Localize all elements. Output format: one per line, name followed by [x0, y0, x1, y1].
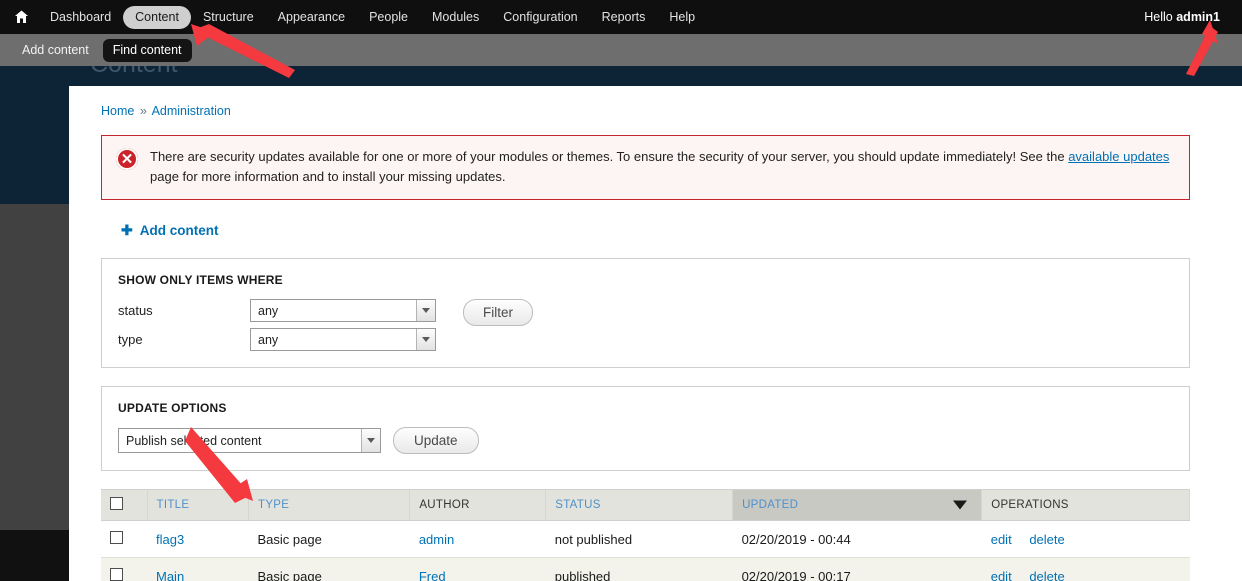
- available-updates-link[interactable]: available updates: [1068, 149, 1169, 164]
- chevron-down-icon: [416, 300, 435, 321]
- row-checkbox-cell[interactable]: [101, 520, 147, 558]
- column-header-operations: OPERATIONS: [981, 489, 1190, 521]
- message-text-before: There are security updates available for…: [150, 149, 1069, 164]
- row-author-cell: admin: [409, 520, 546, 558]
- filter-row-status: status any: [118, 299, 436, 322]
- screen-root: Dashboard Content Structure Appearance P…: [0, 0, 1242, 581]
- shortcut-bar: Add content Find content: [0, 34, 1242, 66]
- shortcut-add-content[interactable]: Add content: [12, 39, 99, 62]
- left-band-gray: [0, 204, 69, 530]
- update-action-value: Publish selected content: [126, 433, 262, 448]
- row-author-cell: Fred: [409, 557, 546, 581]
- toolbar-item-configuration[interactable]: Configuration: [491, 6, 589, 29]
- select-all-checkbox[interactable]: [110, 497, 123, 510]
- left-band-black: [0, 530, 69, 581]
- column-header-select-all[interactable]: [101, 489, 148, 521]
- row-updated-cell: 02/20/2019 - 00:44: [732, 520, 982, 558]
- toolbar-item-help[interactable]: Help: [657, 6, 707, 29]
- row-title-cell: flag3: [147, 520, 249, 558]
- plus-icon: ✚: [121, 222, 133, 238]
- update-action-select[interactable]: Publish selected content: [118, 428, 381, 453]
- row-delete-link[interactable]: delete: [1029, 569, 1064, 581]
- breadcrumb-separator: »: [139, 104, 147, 118]
- update-button[interactable]: Update: [393, 427, 479, 454]
- type-select-value: any: [258, 332, 279, 347]
- content-table: TITLE TYPE AUTHOR STATUS UPDATED OPERATI…: [101, 489, 1190, 581]
- row-author-link[interactable]: admin: [419, 532, 454, 547]
- column-header-updated-label: UPDATED: [742, 499, 799, 511]
- update-options-legend: UPDATE OPTIONS: [118, 401, 227, 415]
- row-type-cell: Basic page: [248, 520, 410, 558]
- type-select[interactable]: any: [250, 328, 436, 351]
- update-row: Publish selected content Update: [118, 427, 1173, 454]
- row-edit-link[interactable]: edit: [991, 532, 1012, 547]
- row-checkbox[interactable]: [110, 531, 123, 544]
- toolbar-item-modules[interactable]: Modules: [420, 6, 491, 29]
- sort-descending-icon: [953, 500, 968, 510]
- row-author-link[interactable]: Fred: [419, 569, 446, 581]
- toolbar-item-appearance[interactable]: Appearance: [266, 6, 357, 29]
- row-title-cell: Main: [147, 557, 249, 581]
- filter-label-type: type: [118, 332, 143, 347]
- filter-row-type: type any: [118, 328, 436, 351]
- toolbar-menu: Dashboard Content Structure Appearance P…: [38, 5, 707, 29]
- filter-legend: SHOW ONLY ITEMS WHERE: [118, 273, 283, 287]
- row-updated-cell: 02/20/2019 - 00:17: [732, 557, 982, 581]
- column-header-title[interactable]: TITLE: [147, 489, 250, 521]
- toolbar-item-dashboard[interactable]: Dashboard: [38, 6, 123, 29]
- message-text: There are security updates available for…: [150, 147, 1175, 187]
- toolbar-item-content[interactable]: Content: [123, 5, 191, 29]
- row-operations-cell: edit delete: [981, 520, 1190, 558]
- status-select[interactable]: any: [250, 299, 436, 322]
- home-icon[interactable]: [10, 6, 32, 28]
- column-header-updated[interactable]: UPDATED: [732, 489, 983, 521]
- filter-fieldset: SHOW ONLY ITEMS WHERE status any type an…: [101, 258, 1190, 368]
- row-checkbox[interactable]: [110, 568, 123, 581]
- column-header-type[interactable]: TYPE: [248, 489, 411, 521]
- greeting-prefix: Hello: [1144, 10, 1177, 24]
- toolbar-item-structure[interactable]: Structure: [191, 6, 266, 29]
- page-title-strip: Content: [0, 66, 1242, 86]
- action-links: ✚ Add content: [101, 222, 1190, 240]
- page-title: Content: [90, 66, 178, 79]
- username-link[interactable]: admin1: [1176, 10, 1220, 24]
- admin-toolbar: Dashboard Content Structure Appearance P…: [0, 0, 1242, 34]
- row-title-link[interactable]: flag3: [156, 532, 184, 547]
- shortcut-find-content[interactable]: Find content: [102, 38, 192, 62]
- main-page: Home » Administration ✕ There are securi…: [69, 86, 1222, 581]
- add-content-link[interactable]: ✚ Add content: [121, 223, 218, 238]
- chevron-down-icon: [361, 429, 380, 452]
- row-checkbox-cell[interactable]: [101, 557, 147, 581]
- filter-button[interactable]: Filter: [463, 299, 533, 326]
- table-row: Main Basic page Fred published 02/20/201…: [101, 557, 1190, 581]
- security-update-message: ✕ There are security updates available f…: [101, 135, 1190, 200]
- table-header-row: TITLE TYPE AUTHOR STATUS UPDATED OPERATI…: [101, 489, 1190, 521]
- table-row: flag3 Basic page admin not published 02/…: [101, 520, 1190, 558]
- filter-label-status: status: [118, 303, 153, 318]
- breadcrumb-administration[interactable]: Administration: [152, 104, 231, 118]
- message-text-after: page for more information and to install…: [150, 169, 506, 184]
- toolbar-item-people[interactable]: People: [357, 6, 420, 29]
- column-header-status[interactable]: STATUS: [545, 489, 734, 521]
- column-header-author: AUTHOR: [409, 489, 547, 521]
- content-table-head: TITLE TYPE AUTHOR STATUS UPDATED OPERATI…: [101, 489, 1190, 521]
- row-title-link[interactable]: Main: [156, 569, 184, 581]
- row-delete-link[interactable]: delete: [1029, 532, 1064, 547]
- content-table-body: flag3 Basic page admin not published 02/…: [101, 520, 1190, 581]
- row-status-cell: not published: [545, 520, 733, 558]
- add-content-label: Add content: [139, 222, 219, 238]
- breadcrumb-home[interactable]: Home: [101, 104, 134, 118]
- status-select-value: any: [258, 303, 279, 318]
- content-table-wrap: TITLE TYPE AUTHOR STATUS UPDATED OPERATI…: [101, 489, 1190, 581]
- row-type-cell: Basic page: [248, 557, 410, 581]
- user-greeting: Hello admin1: [1144, 10, 1230, 24]
- toolbar-item-reports[interactable]: Reports: [590, 6, 658, 29]
- row-status-cell: published: [545, 557, 733, 581]
- breadcrumb: Home » Administration: [101, 86, 1190, 118]
- error-circle-icon: ✕: [116, 148, 138, 170]
- chevron-down-icon: [416, 329, 435, 350]
- row-operations-cell: edit delete: [981, 557, 1190, 581]
- update-options-fieldset: UPDATE OPTIONS Publish selected content …: [101, 386, 1190, 471]
- row-edit-link[interactable]: edit: [991, 569, 1012, 581]
